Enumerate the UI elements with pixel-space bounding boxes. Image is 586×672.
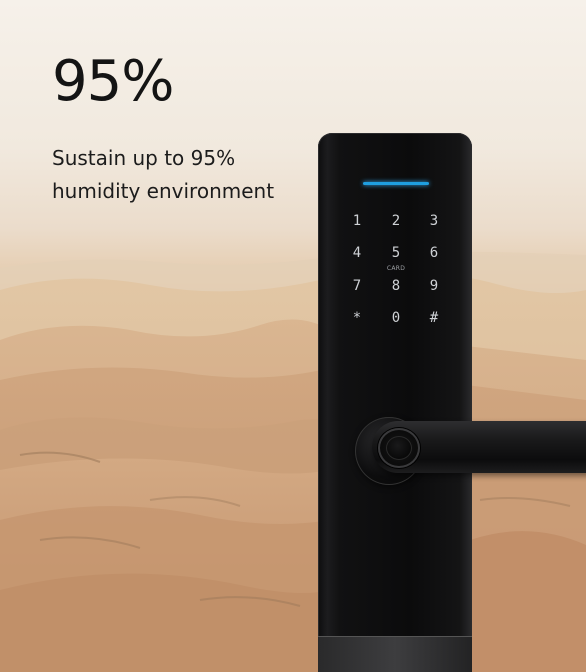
card-reader-label: CARD	[386, 265, 406, 272]
keypad-key-9: 9	[429, 278, 439, 294]
product-banner: 95% Sustain up to 95% humidity environme…	[0, 0, 586, 672]
keypad-key-star: *	[352, 310, 362, 326]
keypad-key-0: 0	[391, 310, 401, 326]
keypad-key-hash: #	[429, 310, 439, 326]
headline: 95%	[52, 49, 174, 114]
subtitle: Sustain up to 95% humidity environment	[52, 146, 275, 203]
keypad-key-6: 6	[429, 245, 439, 261]
keypad-key-8: 8	[391, 278, 401, 294]
fingerprint-icon	[386, 436, 412, 460]
keypad-key-3: 3	[429, 213, 439, 229]
keypad-key-4: 4	[352, 245, 362, 261]
keypad-key-7: 7	[352, 278, 362, 294]
keypad-key-2: 2	[391, 213, 401, 229]
status-light-icon	[363, 182, 429, 185]
keypad-key-5: 5	[391, 245, 401, 261]
smart-lock-bottom-plate	[318, 636, 472, 672]
keypad-key-1: 1	[352, 213, 362, 229]
